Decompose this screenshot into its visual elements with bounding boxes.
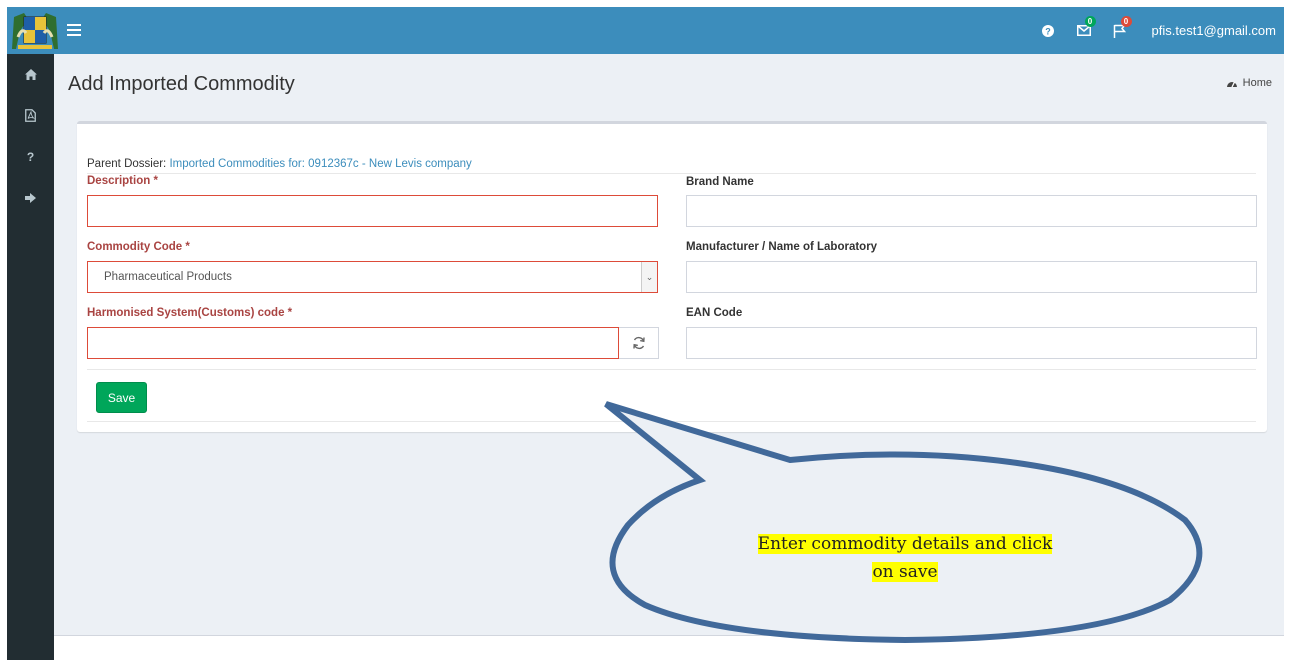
divider (87, 421, 1256, 422)
chevron-down-icon[interactable]: ⌄ (641, 262, 657, 292)
coat-of-arms-logo (10, 9, 60, 52)
manufacturer-label: Manufacturer / Name of Laboratory (686, 241, 878, 253)
flags-badge: 0 (1120, 16, 1132, 27)
help-button[interactable]: ? (1030, 7, 1066, 54)
manufacturer-input[interactable] (686, 261, 1257, 293)
file-pdf-icon (25, 109, 36, 122)
sidebar-item-documents[interactable] (7, 95, 54, 136)
hs-code-label: Harmonised System(Customs) code * (87, 307, 293, 319)
callout-text: Enter commodity details and click on sav… (700, 530, 1110, 586)
page-title: Add Imported Commodity (68, 73, 295, 95)
messages-button[interactable]: 0 (1066, 7, 1102, 54)
description-label: Description * (87, 175, 158, 187)
brand-name-input[interactable] (686, 195, 1257, 227)
sidebar-item-logout[interactable] (7, 177, 54, 218)
form-box: Parent Dossier: Imported Commodities for… (77, 121, 1267, 432)
commodity-code-selected: Pharmaceutical Products (104, 271, 232, 283)
description-input[interactable] (87, 195, 658, 227)
divider (87, 369, 1256, 370)
messages-badge: 0 (1084, 16, 1096, 27)
callout-line-1: Enter commodity details and click (757, 534, 1053, 554)
brand-name-label: Brand Name (686, 176, 754, 188)
sidebar-item-home[interactable] (7, 54, 54, 95)
commodity-code-label: Commodity Code * (87, 241, 190, 253)
callout-line-2: on save (872, 562, 938, 582)
ean-code-label: EAN Code (686, 307, 743, 319)
logo[interactable] (7, 7, 62, 54)
parent-dossier-link[interactable]: Imported Commodities for: 0912367c - New… (169, 158, 471, 170)
refresh-icon (632, 336, 645, 350)
flags-button[interactable]: 0 (1102, 7, 1138, 54)
refresh-button[interactable] (619, 327, 659, 359)
menu-toggle-icon[interactable] (67, 21, 81, 39)
sidebar: ? (7, 54, 54, 660)
user-menu[interactable]: pfis.test1@gmail.com (1138, 23, 1284, 38)
divider (87, 173, 1256, 174)
ean-code-input[interactable] (686, 327, 1257, 359)
parent-dossier-label: Parent Dossier: (87, 158, 167, 170)
svg-text:?: ? (1045, 26, 1051, 36)
dashboard-icon (1226, 81, 1237, 88)
save-button[interactable]: Save (96, 382, 147, 413)
commodity-code-select[interactable]: Pharmaceutical Products ⌄ (87, 261, 658, 293)
breadcrumb-home[interactable]: Home (1226, 77, 1272, 89)
top-navbar: ? 0 0 pfis.test1@gmail.com (7, 7, 1284, 54)
parent-dossier: Parent Dossier: Imported Commodities for… (87, 158, 472, 170)
question-circle-icon: ? (1041, 24, 1054, 37)
home-icon (24, 69, 37, 80)
sidebar-item-help[interactable]: ? (7, 136, 54, 177)
question-icon: ? (26, 149, 35, 164)
sign-out-icon (25, 192, 36, 203)
breadcrumb-home-label: Home (1242, 77, 1272, 89)
footer (54, 635, 1284, 660)
hs-code-input[interactable] (87, 327, 619, 359)
